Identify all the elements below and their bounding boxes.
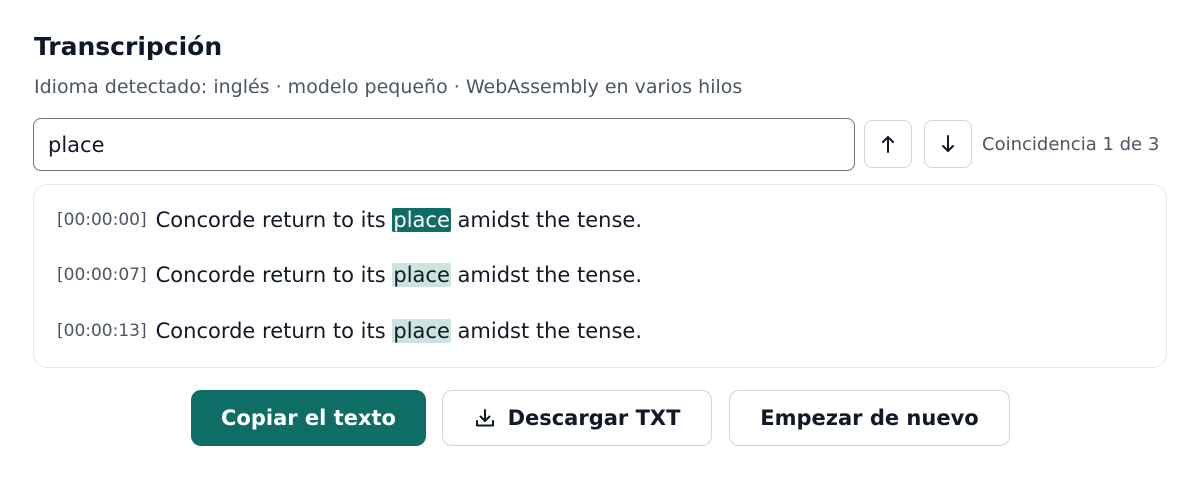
transcript-segment: [00:00:07] Concorde return to its place … bbox=[57, 258, 642, 292]
segment-text-after: amidst the tense. bbox=[450, 263, 643, 287]
segment-text: Concorde return to its place amidst the … bbox=[156, 263, 642, 287]
copy-text-button[interactable]: Copiar el texto bbox=[191, 390, 426, 446]
search-bar: Coincidencia 1 de 3 bbox=[33, 118, 1167, 171]
segment-text-before: Concorde return to its bbox=[155, 208, 393, 232]
segment-text-after: amidst the tense. bbox=[450, 208, 643, 232]
search-input[interactable] bbox=[33, 118, 855, 171]
search-match-active: place bbox=[392, 208, 451, 232]
next-match-button[interactable] bbox=[924, 120, 972, 168]
segment-text: Concorde return to its place amidst the … bbox=[156, 319, 642, 343]
transcript-panel: [00:00:00] Concorde return to its place … bbox=[33, 184, 1167, 368]
transcript-segment: [00:00:13] Concorde return to its place … bbox=[57, 314, 642, 348]
download-txt-label: Descargar TXT bbox=[507, 406, 681, 430]
search-match: place bbox=[392, 319, 451, 343]
start-over-label: Empezar de nuevo bbox=[760, 406, 979, 430]
segment-timestamp: [00:00:07] bbox=[57, 265, 147, 285]
segment-timestamp: [00:00:00] bbox=[57, 210, 147, 230]
download-txt-button[interactable]: Descargar TXT bbox=[442, 390, 712, 446]
segment-text-before: Concorde return to its bbox=[155, 319, 393, 343]
match-count: Coincidencia 1 de 3 bbox=[982, 134, 1160, 155]
segment-text-before: Concorde return to its bbox=[155, 263, 393, 287]
arrow-up-icon bbox=[882, 136, 894, 153]
transcript-segment: [00:00:00] Concorde return to its place … bbox=[57, 203, 642, 237]
page-subtitle: Idioma detectado: inglés · modelo pequeñ… bbox=[34, 76, 743, 98]
previous-match-button[interactable] bbox=[864, 120, 912, 168]
page-title: Transcripción bbox=[34, 32, 223, 61]
segment-text-after: amidst the tense. bbox=[450, 319, 643, 343]
search-match: place bbox=[392, 263, 451, 287]
segment-text: Concorde return to its place amidst the … bbox=[156, 208, 642, 232]
arrow-down-icon bbox=[942, 135, 954, 152]
transcription-view: Transcripción Idioma detectado: inglés ·… bbox=[0, 0, 1200, 484]
segment-timestamp: [00:00:13] bbox=[57, 321, 147, 341]
download-icon bbox=[475, 409, 494, 427]
copy-text-label: Copiar el texto bbox=[221, 406, 396, 430]
start-over-button[interactable]: Empezar de nuevo bbox=[729, 390, 1010, 446]
